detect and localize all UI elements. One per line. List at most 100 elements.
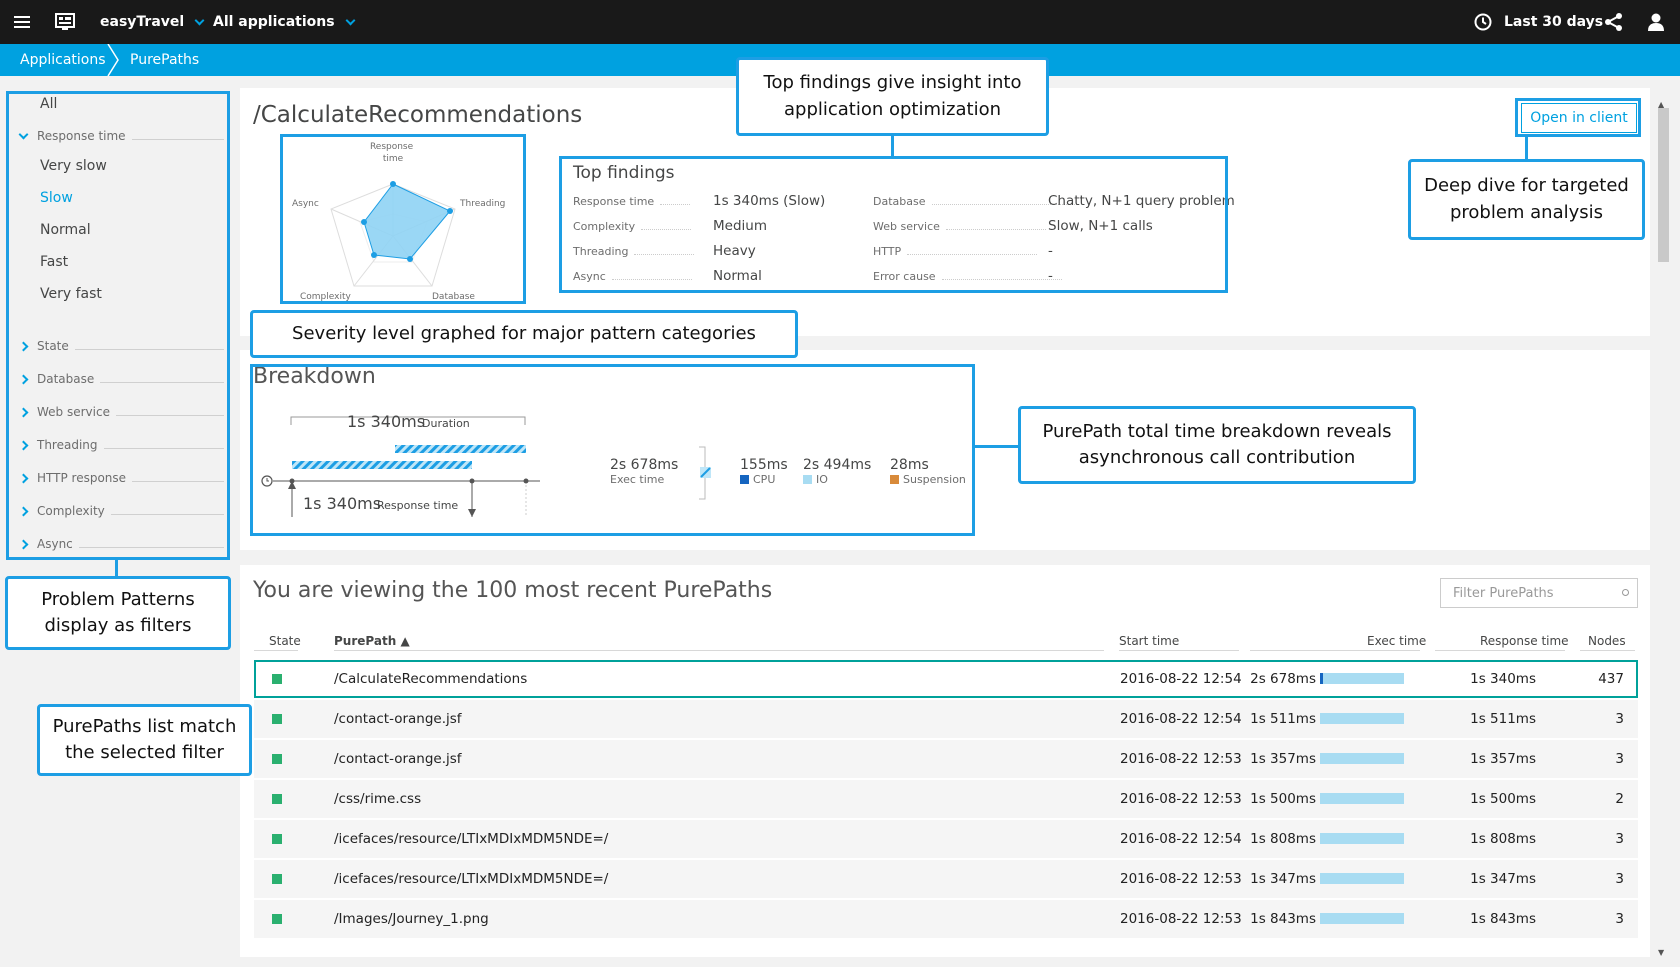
exec-time-bar xyxy=(1320,713,1404,724)
dashboard-icon[interactable] xyxy=(55,0,75,44)
purepaths-list-title: You are viewing the 100 most recent Pure… xyxy=(253,578,773,603)
cpu-marker xyxy=(1320,673,1323,684)
header-divider xyxy=(334,650,1104,651)
row-nodes: 2 xyxy=(1615,791,1624,807)
exec-time-bar xyxy=(1320,753,1404,764)
app-name: easyTravel xyxy=(100,14,185,30)
column-header-purepath[interactable]: PurePath ▲ xyxy=(334,634,410,648)
table-row[interactable]: /CalculateRecommendations 2016-08-22 12:… xyxy=(254,660,1638,698)
filter-purepaths-input[interactable]: Filter PurePaths xyxy=(1440,578,1638,608)
row-nodes: 3 xyxy=(1615,871,1624,887)
row-start-time: 2016-08-22 12:53 xyxy=(1120,911,1242,927)
header-divider xyxy=(1250,650,1420,651)
table-row[interactable]: /css/rime.css 2016-08-22 12:53 1s 500ms … xyxy=(254,780,1638,818)
row-response-time: 1s 340ms xyxy=(1470,671,1536,687)
row-exec-time: 1s 511ms xyxy=(1250,711,1316,727)
row-purepath[interactable]: /contact-orange.jsf xyxy=(334,740,462,778)
row-response-time: 1s 500ms xyxy=(1470,791,1536,807)
row-exec-time: 1s 500ms xyxy=(1250,791,1316,807)
row-nodes: 437 xyxy=(1598,671,1624,687)
row-response-time: 1s 843ms xyxy=(1470,911,1536,927)
breadcrumb-purepaths[interactable]: PurePaths xyxy=(130,44,199,76)
header-divider xyxy=(1580,650,1635,651)
row-response-time: 1s 357ms xyxy=(1470,751,1536,767)
clock-icon xyxy=(1474,13,1492,31)
table-row[interactable]: /Images/Journey_1.png 2016-08-22 12:53 1… xyxy=(254,900,1638,938)
scroll-down-icon[interactable]: ▼ xyxy=(1658,948,1664,957)
connector-line xyxy=(973,445,1018,448)
row-purepath[interactable]: /icefaces/resource/LTIxMDIxMDM5NDE=/ xyxy=(334,820,608,858)
row-purepath[interactable]: /icefaces/resource/LTIxMDIxMDM5NDE=/ xyxy=(334,860,608,898)
column-header-start-time[interactable]: Start time xyxy=(1119,634,1179,648)
column-header-state[interactable]: State xyxy=(269,634,301,648)
row-purepath[interactable]: /CalculateRecommendations xyxy=(334,662,527,696)
scope-selector[interactable]: All applications xyxy=(213,0,356,44)
open-client-highlight xyxy=(1515,98,1641,137)
row-purepath[interactable]: /contact-orange.jsf xyxy=(334,700,462,738)
header-divider xyxy=(1119,650,1239,651)
scrollbar-thumb[interactable] xyxy=(1658,108,1669,262)
row-exec-time: 2s 678ms xyxy=(1250,671,1316,687)
callout-severity: Severity level graphed for major pattern… xyxy=(250,310,798,358)
column-header-nodes[interactable]: Nodes xyxy=(1588,634,1626,648)
scope-name: All applications xyxy=(213,14,335,30)
table-row[interactable]: /contact-orange.jsf 2016-08-22 12:54 1s … xyxy=(254,700,1638,738)
row-nodes: 3 xyxy=(1615,751,1624,767)
row-exec-time: 1s 347ms xyxy=(1250,871,1316,887)
timeframe-selector[interactable]: Last 30 days xyxy=(1474,0,1603,44)
column-header-purepath-label: PurePath xyxy=(334,634,397,648)
row-start-time: 2016-08-22 12:54 xyxy=(1120,831,1242,847)
menu-icon[interactable] xyxy=(14,0,30,44)
main-scrollbar[interactable]: ▲ ▼ xyxy=(1656,100,1669,960)
app-selector[interactable]: easyTravel xyxy=(100,0,205,44)
chevron-down-icon xyxy=(194,15,205,25)
callout-deep-dive: Deep dive for targeted problem analysis xyxy=(1408,159,1645,240)
search-icon xyxy=(1622,589,1629,596)
state-indicator xyxy=(272,834,282,844)
callout-problem-patterns: Problem Patterns display as filters xyxy=(5,576,231,650)
row-start-time: 2016-08-22 12:53 xyxy=(1120,791,1242,807)
row-nodes: 3 xyxy=(1615,911,1624,927)
state-indicator xyxy=(272,914,282,924)
row-exec-time: 1s 357ms xyxy=(1250,751,1316,767)
connector-line xyxy=(115,558,118,578)
header-divider xyxy=(254,650,298,651)
state-indicator xyxy=(272,754,282,764)
state-indicator xyxy=(272,874,282,884)
row-exec-time: 1s 843ms xyxy=(1250,911,1316,927)
exec-time-bar xyxy=(1320,793,1404,804)
row-purepath[interactable]: /Images/Journey_1.png xyxy=(334,900,489,938)
radar-highlight xyxy=(280,134,526,304)
row-response-time: 1s 511ms xyxy=(1470,711,1536,727)
timeframe-label: Last 30 days xyxy=(1504,14,1604,30)
row-start-time: 2016-08-22 12:53 xyxy=(1120,871,1242,887)
table-row[interactable]: /icefaces/resource/LTIxMDIxMDM5NDE=/ 201… xyxy=(254,820,1638,858)
row-response-time: 1s 347ms xyxy=(1470,871,1536,887)
row-nodes: 3 xyxy=(1615,711,1624,727)
share-icon[interactable] xyxy=(1604,0,1624,44)
top-bar: easyTravel All applications Last 30 days xyxy=(0,0,1680,44)
user-icon[interactable] xyxy=(1648,0,1664,44)
row-start-time: 2016-08-22 12:54 xyxy=(1120,671,1242,687)
state-indicator xyxy=(272,674,282,684)
state-indicator xyxy=(272,794,282,804)
column-header-response-time[interactable]: Response time xyxy=(1480,634,1569,648)
exec-time-bar xyxy=(1320,833,1404,844)
callout-breakdown: PurePath total time breakdown reveals as… xyxy=(1018,406,1416,484)
row-exec-time: 1s 808ms xyxy=(1250,831,1316,847)
state-indicator xyxy=(272,714,282,724)
chevron-down-icon xyxy=(345,15,356,25)
header-divider xyxy=(1435,650,1565,651)
exec-time-bar xyxy=(1320,673,1404,684)
breadcrumb-separator-icon xyxy=(107,44,119,76)
table-row[interactable]: /contact-orange.jsf 2016-08-22 12:53 1s … xyxy=(254,740,1638,778)
table-row[interactable]: /icefaces/resource/LTIxMDIxMDM5NDE=/ 201… xyxy=(254,860,1638,898)
findings-highlight xyxy=(559,156,1228,293)
row-purepath[interactable]: /css/rime.css xyxy=(334,780,421,818)
filter-placeholder: Filter PurePaths xyxy=(1453,585,1554,601)
callout-top-findings: Top findings give insight into applicati… xyxy=(736,57,1049,136)
column-header-exec-time[interactable]: Exec time xyxy=(1367,634,1426,648)
breadcrumb-applications[interactable]: Applications xyxy=(20,44,106,76)
page-title: /CalculateRecommendations xyxy=(253,102,583,128)
row-nodes: 3 xyxy=(1615,831,1624,847)
